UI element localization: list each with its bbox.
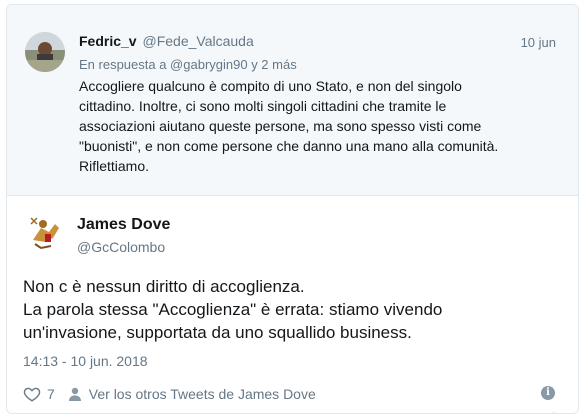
tweet-text-line: associazioni aiutano queste persone, ma … — [79, 118, 482, 134]
avatar[interactable] — [23, 210, 67, 254]
more-tweets-link[interactable]: Ver los otros Tweets de James Dove — [89, 386, 316, 402]
author-name[interactable]: James Dove — [77, 216, 170, 234]
parent-tweet[interactable]: Fedric_v @Fede_Valcauda 10 jun En respue… — [7, 5, 578, 196]
tweet-text-line: un'invasione, supportata da uno squallid… — [23, 323, 412, 342]
tweet-date[interactable]: 10 jun — [521, 35, 556, 50]
tweet-text-line: cittadino. Inoltre, ci sono molti singol… — [79, 98, 447, 114]
tweet-text: Accogliere qualcuno è compito di uno Sta… — [79, 76, 554, 176]
embedded-tweet-card: Fedric_v @Fede_Valcauda 10 jun En respue… — [6, 4, 579, 414]
author-handle[interactable]: @Fede_Valcauda — [142, 33, 253, 49]
avatar[interactable] — [25, 32, 65, 72]
person-icon — [67, 386, 83, 402]
tweet-timestamp[interactable]: 14:13 - 10 jun. 2018 — [23, 353, 148, 369]
info-icon[interactable]: i — [541, 386, 555, 400]
like-count[interactable]: 7 — [47, 386, 55, 402]
tweet-text-line: "buonisti", e non come persone che danno… — [79, 138, 499, 154]
reply-context[interactable]: En respuesta a @gabrygin90 y 2 más — [79, 57, 297, 72]
tweet-text-line: Non c è nessun diritto di accoglienza. — [23, 277, 305, 296]
author-handle[interactable]: @GcColombo — [77, 239, 165, 255]
tweet-text-line: Accogliere qualcuno è compito di uno Sta… — [79, 78, 462, 94]
heart-icon[interactable] — [23, 385, 41, 403]
author-name[interactable]: Fedric_v — [79, 33, 137, 49]
tweet-actions: 7 Ver los otros Tweets de James Dove — [23, 383, 316, 405]
twitter-bird-icon[interactable] — [540, 412, 560, 413]
tweet-text: Non c è nessun diritto di accoglienza. L… — [23, 275, 543, 344]
tweet-text-line: La parola stessa "Accoglienza" è errata:… — [23, 300, 443, 319]
tweet-text-line: Riflettiamo. — [79, 158, 150, 174]
